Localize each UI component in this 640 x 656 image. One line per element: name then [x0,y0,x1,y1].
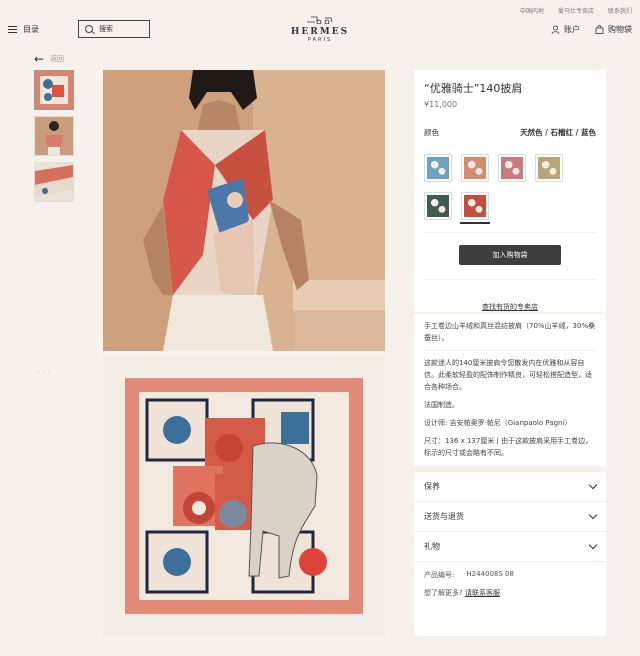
header: 中国内地 爱马仕专卖店 联系我们 目录 搜索 HERMES PARIS 账户 购… [0,0,640,48]
color-swatch[interactable] [498,154,526,182]
search-icon [85,25,93,33]
color-swatch[interactable] [460,192,490,224]
user-icon [551,25,560,34]
search-placeholder: 搜索 [99,25,113,33]
reference-label: 产品编号: [424,571,455,579]
swatch-pattern [538,157,560,179]
product-title: “优雅骑士”140披肩 [424,82,523,95]
accordion-gift-label: 礼物 [424,542,440,551]
accordion-care[interactable]: 保养 [414,472,606,502]
chevron-down-icon [588,510,598,520]
color-swatch[interactable] [424,192,452,220]
back-label: 返回 [50,55,65,63]
color-swatches [424,154,596,224]
ellipsis-icon: ··· [38,370,53,377]
reference-value: H244008S 08 [466,570,514,578]
swatch-pattern [464,195,486,217]
accordion-delivery[interactable]: 送货与退货 [414,502,606,532]
color-swatch[interactable] [535,154,563,182]
accordion-delivery-label: 送货与退货 [424,512,464,521]
color-swatch[interactable] [461,154,489,182]
arrow-left-icon: ← [34,52,45,66]
made-in-text: 法国制造。 [424,401,459,409]
bag-button[interactable]: 购物袋 [595,24,632,35]
material-text: 手工卷边山羊绒和真丝混纺披肩（70%山羊绒，30%桑蚕丝）。 [424,322,596,342]
thumbnail-scarf[interactable] [34,70,74,110]
chevron-down-icon [588,540,598,550]
divider [424,232,596,233]
shopping-bag-icon [595,25,604,34]
chevron-down-icon [588,480,598,490]
bag-label: 购物袋 [608,25,632,34]
swatch-pattern [427,195,449,217]
accordion-gift[interactable]: 礼物 [414,532,606,562]
swatch-pattern [427,157,449,179]
divider [424,279,596,280]
account-button[interactable]: 账户 [551,24,580,35]
product-price: ¥11,000 [424,100,458,109]
product-reference: 产品编号: H244008S 08 [414,562,606,580]
menu-button[interactable]: 目录 [8,24,39,35]
color-label: 颜色 [424,128,439,137]
thumbnail-model[interactable] [34,116,74,156]
find-store-link[interactable]: 查找有货的专卖店 [424,302,596,312]
hamburger-icon [8,26,17,33]
back-link[interactable]: ← 返回 [34,52,65,66]
stores-link[interactable]: 爱马仕专卖店 [558,6,594,15]
swatch-pattern [464,157,486,179]
product-photo-scarf [103,356,385,636]
designer-text: 设计师: 吉安帕奥罗·帕尼（Gianpaolo Pagni） [424,419,572,427]
search-input[interactable]: 搜索 [78,20,150,38]
contact-link[interactable]: 请联系客服 [465,589,500,597]
contact-link[interactable]: 联系我们 [608,6,632,15]
color-row: 颜色 天然色 / 石榴红 / 蓝色 [424,127,596,138]
account-label: 账户 [564,25,580,34]
add-to-bag-button[interactable]: 加入购物袋 [459,245,561,265]
menu-label: 目录 [23,25,39,34]
top-links: 中国内地 爱马仕专卖店 联系我们 [520,6,632,15]
color-swatch[interactable] [424,154,452,182]
logo-name: HERMES [290,27,350,37]
contact-question: 想了解更多? [424,589,463,597]
color-value: 天然色 / 石榴红 / 蓝色 [520,128,596,137]
product-info-panel: “优雅骑士”140披肩 ¥11,000 颜色 天然色 / 石榴红 / 蓝色 加入… [414,70,606,312]
hermes-logo[interactable]: HERMES PARIS [270,14,370,43]
divider [424,350,596,351]
swatch-pattern [501,157,523,179]
description-panel: 手工卷边山羊绒和真丝混纺披肩（70%山羊绒，30%桑蚕丝）。 这款迷人的140厘… [414,314,606,466]
size-text: 尺寸：136 x 137厘米 | 由于这款披肩采用手工卷边，标示的尺寸或会略有不… [424,437,593,457]
region-link[interactable]: 中国内地 [520,6,544,15]
product-photo-model [103,70,385,351]
thumbnail-detail[interactable] [34,162,74,202]
carriage-icon [270,14,370,27]
logo-city: PARIS [307,37,333,43]
description-text: 这款迷人的140厘米披肩令您散发内在优雅和从容自信。此柔软轻盈的配饰制作精良，可… [424,359,592,391]
details-panel: 保养 送货与退货 礼物 产品编号: H244008S 08 想了解更多? 请联系… [414,472,606,636]
thumbnail-list [34,70,74,202]
accordion-care-label: 保养 [424,482,440,491]
contact-row: 想了解更多? 请联系客服 [414,580,606,598]
